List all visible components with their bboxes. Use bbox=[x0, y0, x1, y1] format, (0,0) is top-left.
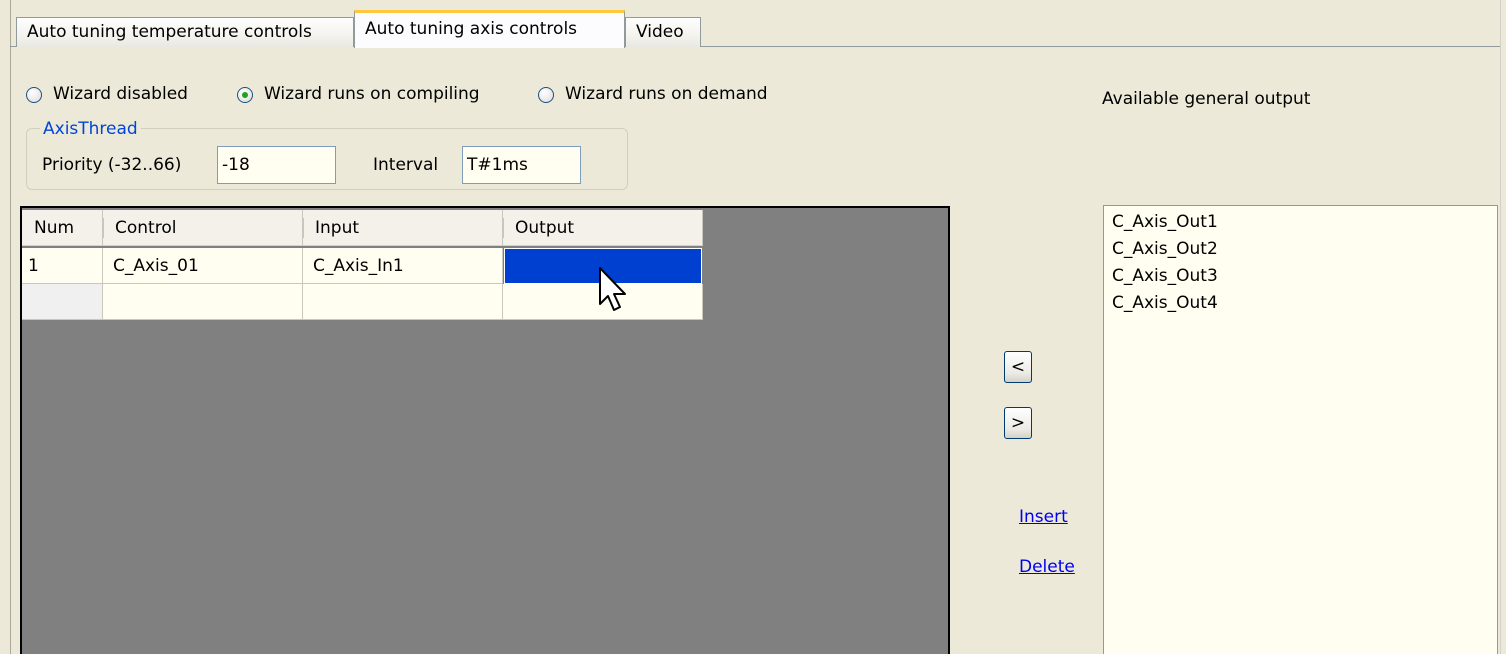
radio-label: Wizard disabled bbox=[53, 84, 188, 104]
available-output-label: Available general output bbox=[1102, 89, 1311, 109]
cell-num[interactable] bbox=[22, 284, 103, 320]
radio-button-icon[interactable] bbox=[26, 87, 42, 103]
list-item[interactable]: C_Axis_Out4 bbox=[1112, 294, 1497, 321]
tab-auto-tuning-temperature[interactable]: Auto tuning temperature controls bbox=[16, 17, 354, 47]
interval-label: Interval bbox=[373, 155, 439, 175]
available-output-list[interactable]: C_Axis_Out1 C_Axis_Out2 C_Axis_Out3 C_Ax… bbox=[1103, 205, 1498, 654]
column-header-control[interactable]: Control bbox=[103, 210, 303, 246]
left-border bbox=[0, 0, 11, 654]
list-item[interactable]: C_Axis_Out3 bbox=[1112, 267, 1497, 294]
interval-input[interactable]: T#1ms bbox=[462, 146, 581, 184]
cell-input[interactable]: C_Axis_In1 bbox=[303, 248, 503, 284]
axis-thread-title: AxisThread bbox=[40, 119, 141, 139]
priority-label: Priority (-32..66) bbox=[42, 155, 182, 175]
move-right-button[interactable]: > bbox=[1004, 407, 1032, 439]
column-header-input[interactable]: Input bbox=[303, 210, 503, 246]
radio-label: Wizard runs on compiling bbox=[264, 84, 480, 104]
tab-video[interactable]: Video bbox=[625, 17, 701, 47]
arrow-cursor-icon bbox=[599, 267, 626, 311]
cell-num[interactable]: 1 bbox=[22, 248, 103, 284]
column-header-num[interactable]: Num bbox=[22, 210, 103, 246]
move-left-button[interactable]: < bbox=[1004, 351, 1032, 383]
cell-input[interactable] bbox=[303, 284, 503, 320]
cell-control[interactable] bbox=[103, 284, 303, 320]
list-item[interactable]: C_Axis_Out2 bbox=[1112, 240, 1497, 267]
window: Auto tuning temperature controls Auto tu… bbox=[0, 0, 1506, 654]
radio-button-icon[interactable] bbox=[538, 87, 554, 103]
right-border bbox=[1500, 0, 1506, 654]
cell-control[interactable]: C_Axis_01 bbox=[103, 248, 303, 284]
radio-label: Wizard runs on demand bbox=[565, 84, 768, 104]
priority-input[interactable]: -18 bbox=[217, 146, 336, 184]
list-item[interactable]: C_Axis_Out1 bbox=[1112, 213, 1497, 240]
radio-button-icon[interactable] bbox=[237, 87, 253, 103]
tab-auto-tuning-axis[interactable]: Auto tuning axis controls bbox=[354, 10, 625, 48]
column-header-output[interactable]: Output bbox=[503, 210, 703, 246]
insert-link[interactable]: Insert bbox=[1019, 507, 1068, 527]
window-top-strip bbox=[10, 0, 1506, 10]
delete-link[interactable]: Delete bbox=[1019, 557, 1075, 577]
